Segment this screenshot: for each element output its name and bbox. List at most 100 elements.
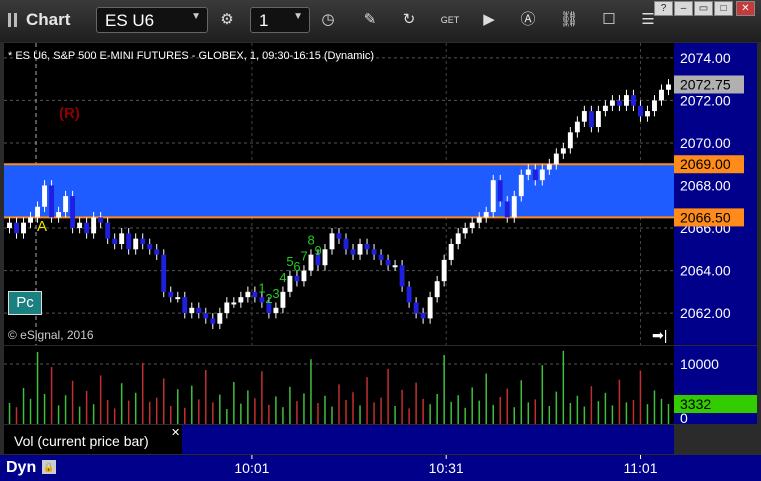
down-candle (350, 249, 356, 255)
price-marker-label: 2069.00 (680, 156, 731, 172)
down-candle (112, 238, 118, 244)
up-candle (280, 291, 286, 308)
refresh-icon[interactable]: ↻ (397, 8, 421, 32)
up-candle (455, 233, 461, 244)
minimize-button[interactable]: – (674, 1, 693, 16)
price-tick-label: 2074.00 (680, 50, 731, 66)
down-candle (182, 297, 188, 314)
volume-axis-labels: 1000003332 (674, 356, 757, 424)
copyright-label: © eSignal, 2016 (8, 328, 94, 342)
down-candle (210, 318, 216, 324)
down-candle (497, 180, 503, 202)
app-title: Chart (26, 10, 71, 29)
up-candle (77, 222, 83, 229)
down-candle (294, 275, 300, 282)
up-candle (42, 185, 48, 207)
r-marker: (R) (59, 105, 80, 122)
up-candle (287, 275, 293, 292)
up-candle (623, 95, 629, 106)
zone-band (4, 164, 674, 218)
up-candle (7, 222, 12, 229)
down-candle (336, 233, 342, 239)
up-candle (645, 111, 650, 117)
down-candle (588, 111, 594, 128)
volume-legend: Vol (current price bar) ✕ (4, 425, 182, 454)
up-candle (462, 228, 468, 234)
chevron-down-icon: ▼ (191, 11, 201, 22)
up-candle (392, 265, 398, 268)
up-candle (434, 281, 440, 298)
up-candle (322, 249, 328, 266)
symbol-value: ES U6 (105, 11, 155, 30)
scroll-to-end-icon[interactable]: ➡| (652, 327, 667, 343)
price-tick-label: 2072.00 (680, 92, 731, 108)
volume-legend-label: Vol (current price bar) (14, 433, 149, 449)
down-candle (399, 265, 405, 287)
symbol-input[interactable]: ES U6 ▼ (96, 7, 208, 33)
time-tick-label: 10:31 (429, 460, 464, 476)
up-candle (217, 313, 223, 324)
clock-icon[interactable]: ◷ (316, 8, 340, 32)
close-button[interactable]: ✕ (736, 1, 755, 16)
down-candle (70, 196, 76, 229)
up-candle (469, 222, 475, 229)
down-candle (49, 185, 55, 218)
interval-value: 1 (259, 11, 269, 30)
pc-marker[interactable]: Pc (8, 291, 42, 315)
up-candle (21, 222, 26, 234)
up-candle (581, 111, 587, 122)
link-icon[interactable]: ⛓ (557, 8, 581, 32)
td-count-label: 9 (314, 243, 321, 258)
down-candle (532, 169, 538, 181)
up-candle (518, 174, 524, 197)
down-candle (378, 254, 384, 260)
up-candle (133, 238, 139, 250)
up-candle (175, 297, 181, 300)
pencil-icon[interactable]: ✎ (358, 8, 382, 32)
restore-button[interactable]: ▭ (694, 1, 713, 16)
down-candle (84, 222, 90, 234)
up-candle (560, 148, 566, 154)
down-candle (630, 95, 636, 106)
up-candle (329, 233, 335, 250)
up-candle (357, 243, 363, 255)
up-candle (301, 270, 307, 282)
down-candle (168, 291, 174, 298)
up-candle (56, 212, 62, 218)
down-candle (343, 238, 349, 250)
up-candle (567, 132, 573, 149)
a-marker: A (37, 218, 47, 235)
down-candle (98, 217, 104, 223)
up-candle (574, 121, 580, 133)
up-candle (63, 196, 69, 213)
up-candle (273, 307, 279, 314)
down-candle (126, 233, 132, 250)
up-candle (245, 291, 251, 298)
down-candle (196, 307, 202, 314)
price-tick-label: 2070.00 (680, 135, 731, 151)
up-candle (602, 105, 608, 112)
up-candle (448, 243, 454, 260)
interval-input[interactable]: 1 ▼ (250, 7, 310, 33)
down-candle (147, 243, 153, 250)
up-candle (490, 180, 496, 213)
price-tick-label: 2068.00 (680, 177, 731, 193)
volume-panel[interactable] (4, 346, 674, 424)
up-candle (91, 217, 97, 234)
get-data-icon[interactable]: GET (438, 8, 462, 32)
alert-icon[interactable]: Ⓐ (516, 8, 540, 32)
comment-icon[interactable]: ☐ (597, 8, 621, 32)
maximize-button[interactable]: □ (714, 1, 733, 16)
price-chart-panel[interactable]: * ES U6, S&P 500 E-MINI FUTURES - GLOBEX… (4, 43, 674, 345)
title-bar: Chart ES U6 ▼ ⚙ 1 ▼ ◷ ✎ ↻ GET ▶ Ⓐ ⛓ ☐ ☰ … (0, 0, 761, 42)
down-candle (259, 297, 265, 303)
up-candle (427, 297, 433, 319)
down-candle (371, 249, 377, 255)
interval-settings-icon[interactable]: ⚙ (215, 8, 239, 32)
up-candle (525, 169, 531, 175)
play-icon[interactable]: ▶ (477, 8, 501, 32)
up-candle (609, 100, 615, 106)
price-tick-label: 2064.00 (680, 263, 731, 279)
help-icon[interactable]: ? (654, 1, 673, 16)
close-icon[interactable]: ✕ (171, 426, 180, 439)
